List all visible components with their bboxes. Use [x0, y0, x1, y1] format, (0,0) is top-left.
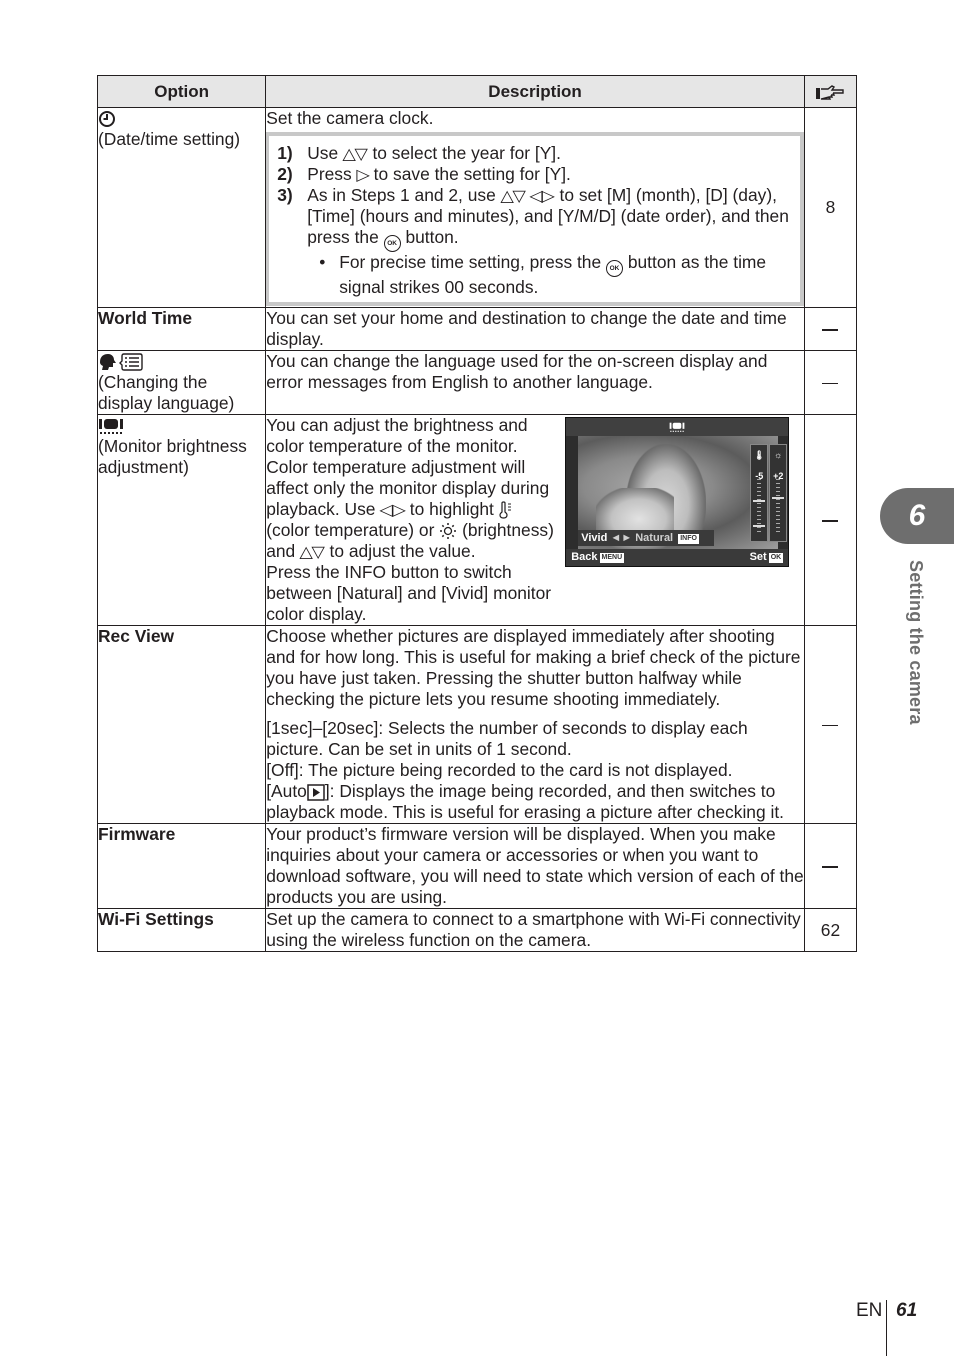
playback-icon [307, 784, 325, 801]
brightness-slider: ☼ +2 [769, 444, 788, 542]
settings-table: Option Description (Date/time setting) S… [96, 75, 858, 952]
option-label: (Monitor brightness adjustment) [98, 436, 247, 477]
screen-bottom-bar: Back MENU Set OK [566, 549, 789, 566]
dash [822, 866, 839, 868]
chapter-title: Setting the camera [906, 560, 926, 725]
dash [822, 382, 839, 385]
thermometer-icon [499, 501, 511, 520]
footer-divider [886, 1300, 887, 1356]
reference-cell: 62 [803, 908, 858, 952]
option-cell: Rec View [96, 625, 267, 824]
menu-tag: MENU [599, 553, 625, 563]
reference-cell [803, 307, 858, 351]
down-arrow-icon: ▽ [354, 146, 369, 163]
reference-cell [803, 625, 858, 824]
ok-button-icon: OK [606, 260, 623, 277]
page-number: 61 [896, 1300, 918, 1321]
description-text: You can change the language used for the… [265, 350, 805, 415]
color-mode-bar: Vivid ◄► Natural INFO [578, 530, 715, 546]
dash [822, 520, 839, 522]
option-label: (Date/time setting) [98, 129, 241, 149]
language-label: EN [856, 1300, 883, 1321]
step-2: 2) Press ▷ to save the setting for [Y]. [277, 164, 571, 184]
brightness-sun-icon [440, 523, 457, 540]
right-arrow-icon: ▷ [541, 188, 556, 205]
header-description: Description [265, 75, 805, 108]
option-label: World Time [98, 308, 193, 328]
description-cell: You can adjust the brightness and color … [265, 414, 805, 626]
table-row: Rec View Choose whether pictures are dis… [96, 625, 858, 824]
ok-button-icon: OK [383, 235, 401, 252]
option-cell: (Monitor brightness adjustment) [96, 414, 267, 626]
ok-tag: OK [768, 553, 784, 563]
option-label: Rec View [98, 626, 175, 646]
description-cell: Choose whether pictures are displayed im… [265, 625, 805, 824]
down-arrow-icon: ▽ [311, 544, 326, 561]
table-row: (Changing the display language) You can … [96, 350, 858, 415]
reference-cell [803, 823, 858, 909]
header-reference [803, 75, 858, 108]
description-text: [Off]: The picture being recorded to the… [266, 760, 733, 780]
down-arrow-icon: ▽ [512, 188, 526, 205]
reference-cell [803, 414, 858, 626]
description-text: [1sec]–[20sec]: Selects the number of se… [266, 718, 748, 759]
option-label: Wi-Fi Settings [98, 909, 214, 929]
description-text: Your product’s firmware version will be … [265, 823, 805, 909]
option-label: Firmware [98, 824, 176, 844]
option-label: (Changing the display language) [98, 372, 235, 413]
monitor-brightness-icon [669, 422, 685, 432]
monitor-brightness-icon [99, 419, 123, 435]
table-row: World Time You can set your home and des… [96, 307, 858, 351]
option-cell: Firmware [96, 823, 267, 909]
option-cell: (Changing the display language) [96, 350, 267, 415]
option-cell: (Date/time setting) [96, 107, 267, 308]
table-row: Wi-Fi Settings Set up the camera to conn… [96, 908, 858, 952]
table-header-row: Option Description [96, 75, 858, 108]
page-reference-hand-icon [816, 84, 845, 100]
table-row: (Monitor brightness adjustment) You can … [96, 414, 858, 626]
description-text: [Auto]: Displays the image being recorde… [266, 781, 785, 822]
description-cell: Set the camera clock. 1) Use △▽ to selec… [265, 107, 805, 308]
description-text: Set the camera clock. [266, 108, 434, 128]
dash [822, 724, 839, 727]
thermometer-icon: 🌡︎ [753, 450, 765, 460]
brightness-sun-icon: ☼ [774, 450, 783, 460]
dash [822, 329, 839, 331]
table-row: (Date/time setting) Set the camera clock… [96, 107, 858, 308]
step-1: 1) Use △▽ to select the year for [Y]. [277, 143, 561, 163]
clock-icon [99, 111, 115, 128]
header-option: Option [96, 75, 267, 108]
option-cell: Wi-Fi Settings [96, 908, 267, 952]
info-tag: INFO [678, 534, 699, 544]
step-3: 3) As in Steps 1 and 2, use △▽ ◁▷ to set… [277, 185, 790, 252]
reference-cell: 8 [803, 107, 858, 308]
table-row: Firmware Your product’s firmware version… [96, 823, 858, 909]
description-text: You can adjust the brightness and color … [266, 415, 554, 624]
description-text: Choose whether pictures are displayed im… [266, 626, 801, 709]
steps-box: 1) Use △▽ to select the year for [Y]. 2)… [265, 132, 804, 306]
right-arrow-icon: ▷ [391, 502, 406, 519]
left-arrow-icon: ◁ [379, 502, 394, 519]
camera-screen-illustration: 🌡︎ -5 ☼ +2 Vivid ◄► Natural INFO Back ME… [565, 417, 790, 567]
chapter-tab: 6 [880, 488, 954, 544]
bullet-note: • For precise time setting, press the OK… [319, 252, 767, 297]
display-language-icon [100, 353, 143, 372]
option-cell: World Time [96, 307, 267, 351]
description-text: You can set your home and destination to… [265, 307, 805, 351]
description-text: Set up the camera to connect to a smartp… [265, 908, 805, 952]
reference-cell [803, 350, 858, 415]
color-temperature-slider: 🌡︎ -5 [750, 444, 769, 542]
right-arrow-icon: ▷ [355, 167, 370, 184]
